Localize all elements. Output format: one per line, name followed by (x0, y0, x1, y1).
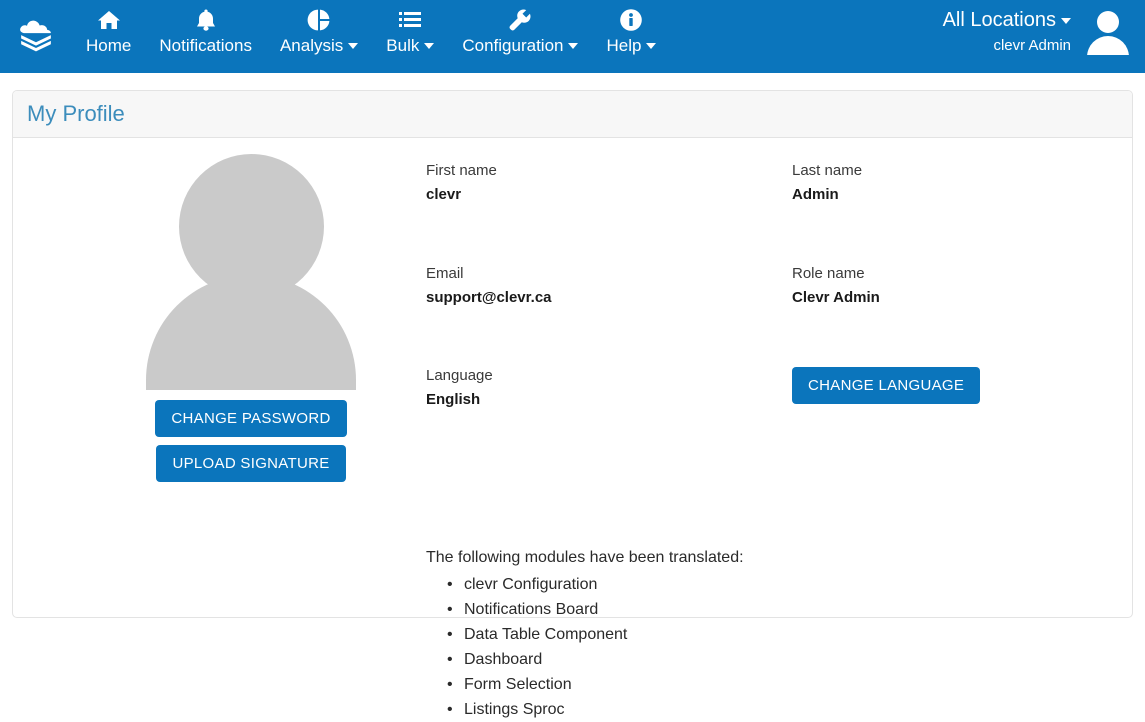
field-first-name: First name clevr (426, 161, 792, 206)
list-item: clevr Configuration (447, 572, 926, 597)
nav-label-help: Help (606, 35, 657, 57)
list-item: Listings Sproc (447, 697, 926, 722)
list-item: Data Table Component (447, 622, 926, 647)
change-language-button[interactable]: CHANGE LANGUAGE (792, 367, 981, 404)
nav-label-home: Home (86, 36, 132, 55)
nav-label-analysis-text: Analysis (279, 36, 344, 55)
wrench-icon (508, 7, 532, 33)
nav-item-help[interactable]: Help (592, 4, 670, 57)
language-label: Language (426, 367, 493, 384)
nav-item-home[interactable]: Home (72, 4, 145, 57)
field-email: Email support@clevr.ca (426, 264, 792, 309)
field-language: Language English (426, 366, 792, 411)
nav-item-configuration[interactable]: Configuration (448, 4, 592, 57)
profile-left-column: CHANGE PASSWORD UPLOAD SIGNATURE (101, 150, 401, 482)
nav-items: Home Notifications Analysis Bulk Configu… (72, 0, 670, 73)
change-password-button[interactable]: CHANGE PASSWORD (155, 400, 347, 437)
nav-label-configuration-text: Configuration (462, 36, 564, 55)
locations-label: All Locations (942, 9, 1056, 31)
field-last-name: Last name Admin (792, 161, 1126, 206)
card-body: CHANGE PASSWORD UPLOAD SIGNATURE First n… (13, 138, 1132, 722)
list-item: Notifications Board (447, 597, 926, 622)
page-title: My Profile (27, 101, 125, 126)
last-name-value: Admin (792, 186, 839, 203)
user-avatar-icon[interactable] (1085, 9, 1131, 55)
change-language-wrapper: CHANGE LANGUAGE (792, 366, 1126, 411)
brand-logo[interactable] (0, 0, 72, 73)
field-role-name: Role name Clevr Admin (792, 264, 1126, 309)
bell-icon (195, 7, 217, 33)
language-value: English (426, 391, 481, 408)
nav-label-configuration: Configuration (462, 35, 579, 57)
nav-item-bulk[interactable]: Bulk (372, 4, 448, 57)
modules-intro-text: The following modules have been translat… (426, 549, 744, 566)
email-label: Email (426, 265, 464, 282)
email-value: support@clevr.ca (426, 289, 552, 306)
modules-list: clevr Configuration Notifications Board … (426, 572, 926, 722)
translated-modules-section: The following modules have been translat… (426, 547, 926, 722)
nav-right-text: All Locations clevr Admin (943, 7, 1085, 57)
nav-right-section: All Locations clevr Admin (943, 0, 1145, 57)
nav-item-analysis[interactable]: Analysis (266, 4, 372, 57)
role-name-value: Clevr Admin (792, 289, 880, 306)
chevron-down-icon (646, 43, 657, 49)
list-item: Form Selection (447, 672, 926, 697)
profile-fields: First name clevr Last name Admin Email s… (426, 161, 1126, 411)
user-placeholder-icon (146, 150, 356, 390)
first-name-label: First name (426, 162, 497, 179)
current-username: clevr Admin (993, 37, 1071, 54)
avatar-head (1097, 11, 1119, 33)
chevron-down-icon (424, 43, 435, 49)
field-row-email-role: Email support@clevr.ca Role name Clevr A… (426, 264, 1126, 309)
nav-label-analysis: Analysis (279, 35, 359, 57)
top-navbar: Home Notifications Analysis Bulk Configu… (0, 0, 1145, 73)
first-name-value: clevr (426, 186, 462, 203)
placeholder-body (146, 275, 356, 390)
nav-label-notifications: Notifications (159, 36, 252, 55)
pie-chart-icon (307, 7, 331, 33)
list-item: Dashboard (447, 647, 926, 672)
field-row-language: Language English CHANGE LANGUAGE (426, 366, 1126, 411)
home-icon (97, 7, 121, 33)
chevron-down-icon (1061, 18, 1071, 24)
chevron-down-icon (348, 43, 359, 49)
info-circle-icon (619, 7, 643, 33)
nav-label-bulk: Bulk (386, 35, 435, 57)
card-header: My Profile (13, 91, 1132, 138)
list-icon (398, 7, 422, 33)
field-row-names: First name clevr Last name Admin (426, 161, 1126, 206)
upload-signature-button[interactable]: UPLOAD SIGNATURE (156, 445, 346, 482)
avatar-body (1087, 36, 1129, 55)
nav-label-help-text: Help (606, 36, 642, 55)
nav-item-notifications[interactable]: Notifications (145, 4, 266, 57)
last-name-label: Last name (792, 162, 863, 179)
locations-selector[interactable]: All Locations (943, 7, 1071, 33)
role-name-label: Role name (792, 265, 865, 282)
profile-card: My Profile CHANGE PASSWORD UPLOAD SIGNAT… (12, 90, 1133, 722)
nav-label-bulk-text: Bulk (386, 36, 420, 55)
chevron-down-icon (568, 43, 579, 49)
